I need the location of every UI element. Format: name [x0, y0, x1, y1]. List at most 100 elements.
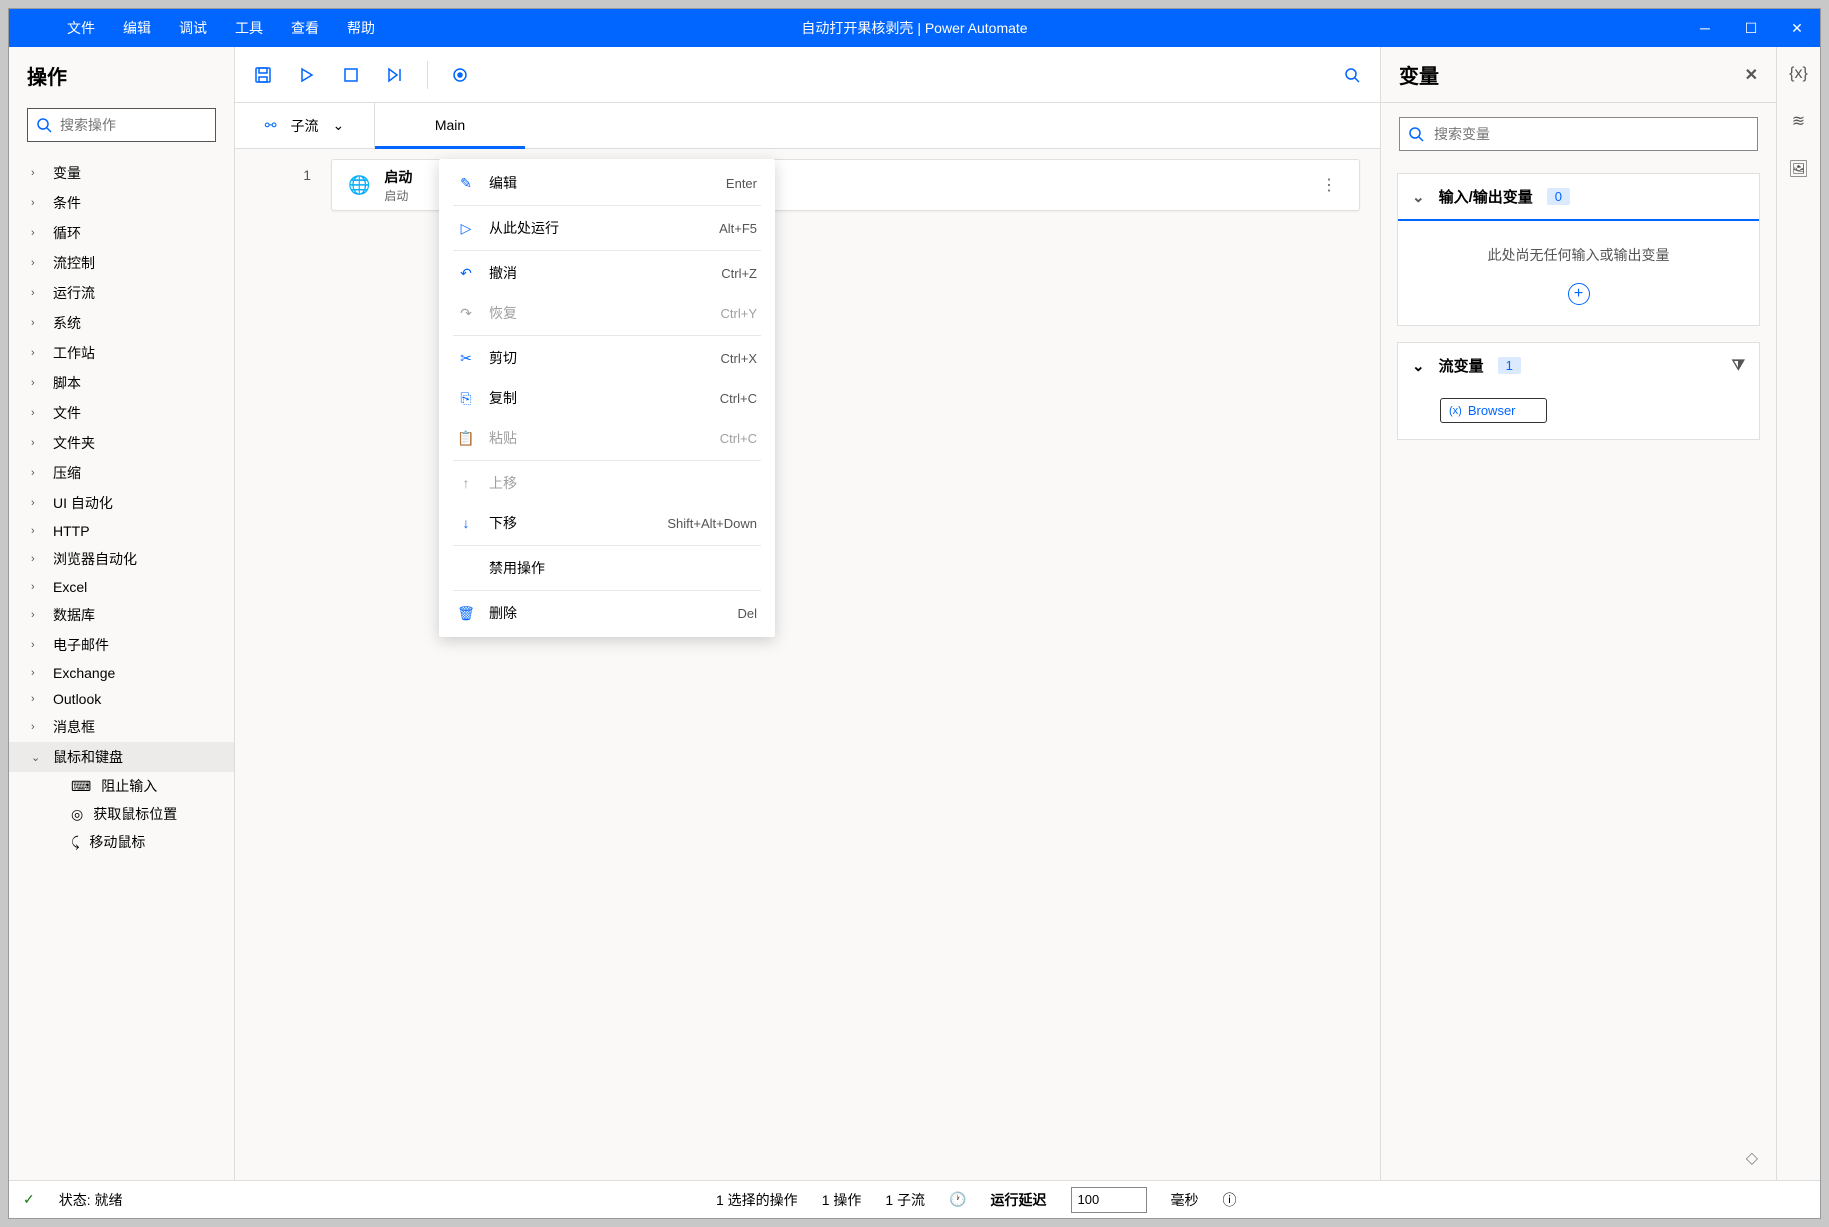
- delay-input[interactable]: [1071, 1187, 1147, 1213]
- ctx-编辑[interactable]: ✎编辑Enter: [439, 163, 775, 203]
- tree-cat[interactable]: ›Excel: [9, 574, 234, 600]
- toolbar: [235, 47, 1380, 103]
- status-text: 状态: 就绪: [59, 1190, 123, 1210]
- flow-variables-section: ⌄ 流变量 1 ⧩ (x) Browser: [1397, 342, 1760, 440]
- flow-variables-header[interactable]: ⌄ 流变量 1 ⧩: [1398, 343, 1759, 388]
- tree-cat[interactable]: ›Exchange: [9, 660, 234, 686]
- stop-button[interactable]: [339, 63, 363, 87]
- variables-search-input[interactable]: [1434, 126, 1749, 142]
- tree-sub-move-mouse[interactable]: ⤹移动鼠标: [9, 828, 234, 856]
- tree-cat[interactable]: ›压缩: [9, 458, 234, 488]
- variables-icon[interactable]: {x}: [1789, 65, 1808, 83]
- images-icon[interactable]: 🖼: [1788, 159, 1808, 179]
- variable-browser[interactable]: (x) Browser: [1440, 398, 1547, 423]
- chevron-right-icon: ›: [31, 167, 43, 179]
- ctx-剪切[interactable]: ✂剪切Ctrl+X: [439, 338, 775, 378]
- actions-search[interactable]: [27, 108, 216, 142]
- tree-cat[interactable]: ›流控制: [9, 248, 234, 278]
- tree-cat[interactable]: ›浏览器自动化: [9, 544, 234, 574]
- tree-cat[interactable]: ›变量: [9, 158, 234, 188]
- tree-cat[interactable]: ›循环: [9, 218, 234, 248]
- tree-cat[interactable]: ›Outlook: [9, 686, 234, 712]
- tree-cat[interactable]: ›数据库: [9, 600, 234, 630]
- chevron-down-icon: ⌄: [1412, 357, 1425, 375]
- status-check-icon: ✓: [23, 1191, 35, 1208]
- ctx-撤消[interactable]: ↶撤消Ctrl+Z: [439, 253, 775, 293]
- run-button[interactable]: [295, 63, 319, 87]
- cut-icon: ✂: [457, 350, 475, 367]
- cursor-icon: ⤹: [71, 834, 79, 851]
- maximize-button[interactable]: ☐: [1728, 9, 1774, 47]
- ctx-恢复: ↷恢复Ctrl+Y: [439, 293, 775, 333]
- paste-icon: 📋: [457, 430, 475, 447]
- down-icon: ↓: [457, 515, 475, 531]
- toolbar-search-button[interactable]: [1340, 63, 1364, 87]
- redo-icon: ↷: [457, 305, 475, 322]
- tree-cat[interactable]: ›HTTP: [9, 518, 234, 544]
- menu-tools[interactable]: 工具: [235, 18, 263, 38]
- context-menu: ✎编辑Enter ▷从此处运行Alt+F5 ↶撤消Ctrl+Z↷恢复Ctrl+Y ✂剪…: [439, 159, 775, 637]
- menu-view[interactable]: 查看: [291, 18, 319, 38]
- close-button[interactable]: ✕: [1774, 9, 1820, 47]
- action-more-button[interactable]: ⋮: [1315, 169, 1343, 201]
- chevron-down-icon: ⌄: [1412, 188, 1425, 206]
- eraser-icon[interactable]: ◇: [1728, 1136, 1776, 1180]
- menu-debug[interactable]: 调试: [179, 18, 207, 38]
- io-variables-section: ⌄ 输入/输出变量 0 此处尚无任何输入或输出变量 +: [1397, 173, 1760, 326]
- actions-search-input[interactable]: [60, 117, 241, 133]
- tree-cat[interactable]: ›条件: [9, 188, 234, 218]
- delete-icon: 🗑: [457, 605, 475, 622]
- ctx-从此处运行[interactable]: ▷从此处运行Alt+F5: [439, 208, 775, 248]
- keyboard-icon: ⌨: [71, 778, 91, 795]
- tree-cat[interactable]: ›脚本: [9, 368, 234, 398]
- chevron-down-icon: ⌄: [31, 751, 43, 764]
- tree-cat[interactable]: ›文件: [9, 398, 234, 428]
- tree-cat-mouse-keyboard[interactable]: ⌄鼠标和键盘: [9, 742, 234, 772]
- tree-cat[interactable]: ›文件夹: [9, 428, 234, 458]
- minimize-button[interactable]: ─: [1682, 9, 1728, 47]
- tree-cat[interactable]: ›系统: [9, 308, 234, 338]
- menu-edit[interactable]: 编辑: [123, 18, 151, 38]
- ctx-下移[interactable]: ↓下移Shift+Alt+Down: [439, 503, 775, 543]
- flow-icon: ⚯: [265, 117, 277, 134]
- edit-icon: ✎: [457, 175, 475, 192]
- ctx-禁用操作[interactable]: 禁用操作: [439, 548, 775, 588]
- save-button[interactable]: [251, 63, 275, 87]
- tree-cat[interactable]: ›运行流: [9, 278, 234, 308]
- tree-cat[interactable]: ›消息框: [9, 712, 234, 742]
- variables-panel-title: 变量: [1399, 60, 1439, 89]
- io-variables-header[interactable]: ⌄ 输入/输出变量 0: [1398, 174, 1759, 221]
- action-subtitle: 启动: [384, 187, 412, 204]
- layers-icon[interactable]: ≋: [1792, 111, 1805, 131]
- info-icon[interactable]: ⓘ: [1223, 1190, 1237, 1210]
- close-panel-button[interactable]: ✕: [1745, 65, 1758, 85]
- subflows-count: 1 子流: [885, 1190, 925, 1210]
- menu-help[interactable]: 帮助: [347, 18, 375, 38]
- titlebar: 文件 编辑 调试 工具 查看 帮助 自动打开果核剥壳 | Power Autom…: [9, 9, 1820, 47]
- subflow-dropdown[interactable]: ⚯ 子流 ⌄: [235, 103, 375, 148]
- selected-count: 1 选择的操作: [716, 1190, 798, 1210]
- record-button[interactable]: [448, 63, 472, 87]
- menu-file[interactable]: 文件: [67, 18, 95, 38]
- tree-cat[interactable]: ›工作站: [9, 338, 234, 368]
- step-button[interactable]: [383, 63, 407, 87]
- search-icon: [36, 117, 52, 133]
- ctx-删除[interactable]: 🗑删除Del: [439, 593, 775, 633]
- tree-cat[interactable]: ›电子邮件: [9, 630, 234, 660]
- filter-icon[interactable]: ⧩: [1732, 357, 1745, 374]
- delay-unit: 毫秒: [1171, 1190, 1199, 1210]
- search-icon: [1408, 126, 1426, 142]
- add-variable-button[interactable]: +: [1568, 283, 1590, 305]
- variables-search[interactable]: [1399, 117, 1758, 151]
- tree-cat[interactable]: ›UI 自动化: [9, 488, 234, 518]
- tree-sub-block-input[interactable]: ⌨阻止输入: [9, 772, 234, 800]
- actions-tree[interactable]: ›变量 ›条件 ›循环 ›流控制 ›运行流 ›系统 ›工作站 ›脚本 ›文件 ›…: [9, 152, 234, 1180]
- play-icon: ▷: [457, 220, 475, 237]
- ctx-复制[interactable]: ⎘复制Ctrl+C: [439, 378, 775, 418]
- statusbar: ✓ 状态: 就绪 1 选择的操作 1 操作 1 子流 🕐 运行延迟 毫秒 ⓘ: [9, 1180, 1820, 1218]
- right-icon-strip: {x} ≋ 🖼: [1776, 47, 1820, 1180]
- tab-main[interactable]: Main: [375, 103, 525, 149]
- tree-sub-get-mouse-pos[interactable]: ◎获取鼠标位置: [9, 800, 234, 828]
- io-empty-text: 此处尚无任何输入或输出变量: [1398, 221, 1759, 283]
- window-title: 自动打开果核剥壳 | Power Automate: [801, 18, 1027, 38]
